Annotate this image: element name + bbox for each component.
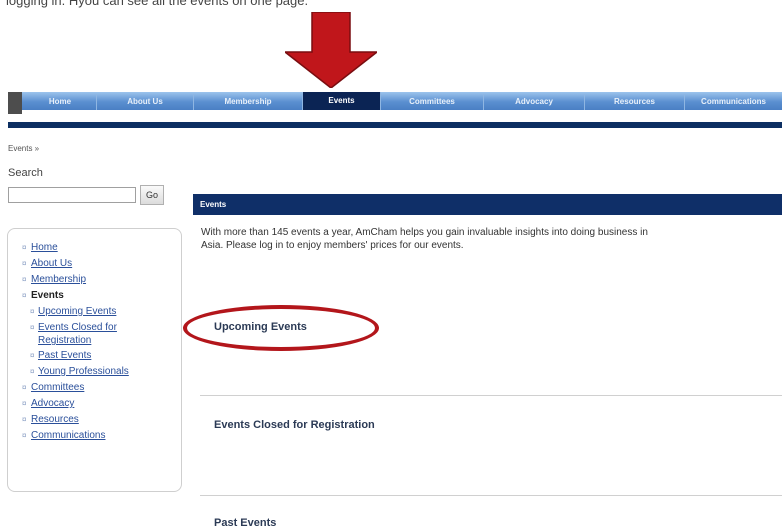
sidebar-item-committees[interactable]: Committees [31,382,84,393]
nav-resources[interactable]: Resources [585,94,685,110]
intro-line-1: With more than 145 events a year, AmCham… [201,227,648,238]
sidebar-item-events-closed-cont[interactable]: Registration [38,335,91,346]
sidebar-item-young-professionals[interactable]: Young Professionals [38,366,129,377]
intro-text: With more than 145 events a year, AmCham… [201,226,773,252]
nav-committees[interactable]: Committees [381,94,484,110]
intro-line-2: Asia. Please log in to enjoy members' pr… [201,240,464,251]
divider [200,495,782,496]
bullet-icon: ¤ [22,275,27,284]
section-events-closed[interactable]: Events Closed for Registration [214,419,375,431]
nav-events[interactable]: Events [303,92,381,110]
nav-advocacy[interactable]: Advocacy [484,94,585,110]
bullet-icon: ¤ [22,383,27,392]
sidebar-item-membership[interactable]: Membership [31,274,86,285]
caption-text: logging in. Hyou can see all the events … [6,0,309,8]
bullet-icon: ¤ [22,431,27,440]
sidebar-item-upcoming-events[interactable]: Upcoming Events [38,306,116,317]
sidebar-item-events-closed[interactable]: Events Closed for [38,322,117,333]
sidebar-item-events[interactable]: Events [31,290,64,301]
bullet-icon: ¤ [30,367,35,376]
bullet-icon: ¤ [22,259,27,268]
search-label: Search [8,167,43,179]
sidebar-item-communications[interactable]: Communications [31,430,105,441]
caption: logging in. Hyou can see all the events … [0,0,782,12]
bullet-icon: ¤ [22,399,27,408]
bullet-icon: ¤ [22,243,27,252]
sidebar-item-resources[interactable]: Resources [31,414,79,425]
bullet-icon: ¤ [30,307,35,316]
nav-home[interactable]: Home [24,94,97,110]
events-header: Events [193,194,782,215]
red-circle-annotation [183,305,379,351]
top-navigation: Home About Us Membership Events Committe… [8,92,782,128]
red-arrow-annotation [285,12,377,88]
bullet-icon: ¤ [22,291,27,300]
sidebar-item-past-events[interactable]: Past Events [38,350,91,361]
nav-about-us[interactable]: About Us [97,94,194,110]
nav-communications[interactable]: Communications [685,94,782,110]
sidebar-item-home[interactable]: Home [31,242,58,253]
sidebar-item-advocacy[interactable]: Advocacy [31,398,74,409]
section-past-events[interactable]: Past Events [214,517,276,529]
bullet-icon: ¤ [30,323,35,332]
divider [200,395,782,396]
bullet-icon: ¤ [30,351,35,360]
go-button[interactable]: Go [140,185,164,205]
breadcrumb[interactable]: Events » [8,144,39,153]
nav-membership[interactable]: Membership [194,94,303,110]
nav-left-cap [8,92,22,114]
bullet-icon: ¤ [22,415,27,424]
nav-stripe [8,122,782,128]
search-input[interactable] [8,187,136,203]
sidebar-item-about-us[interactable]: About Us [31,258,72,269]
